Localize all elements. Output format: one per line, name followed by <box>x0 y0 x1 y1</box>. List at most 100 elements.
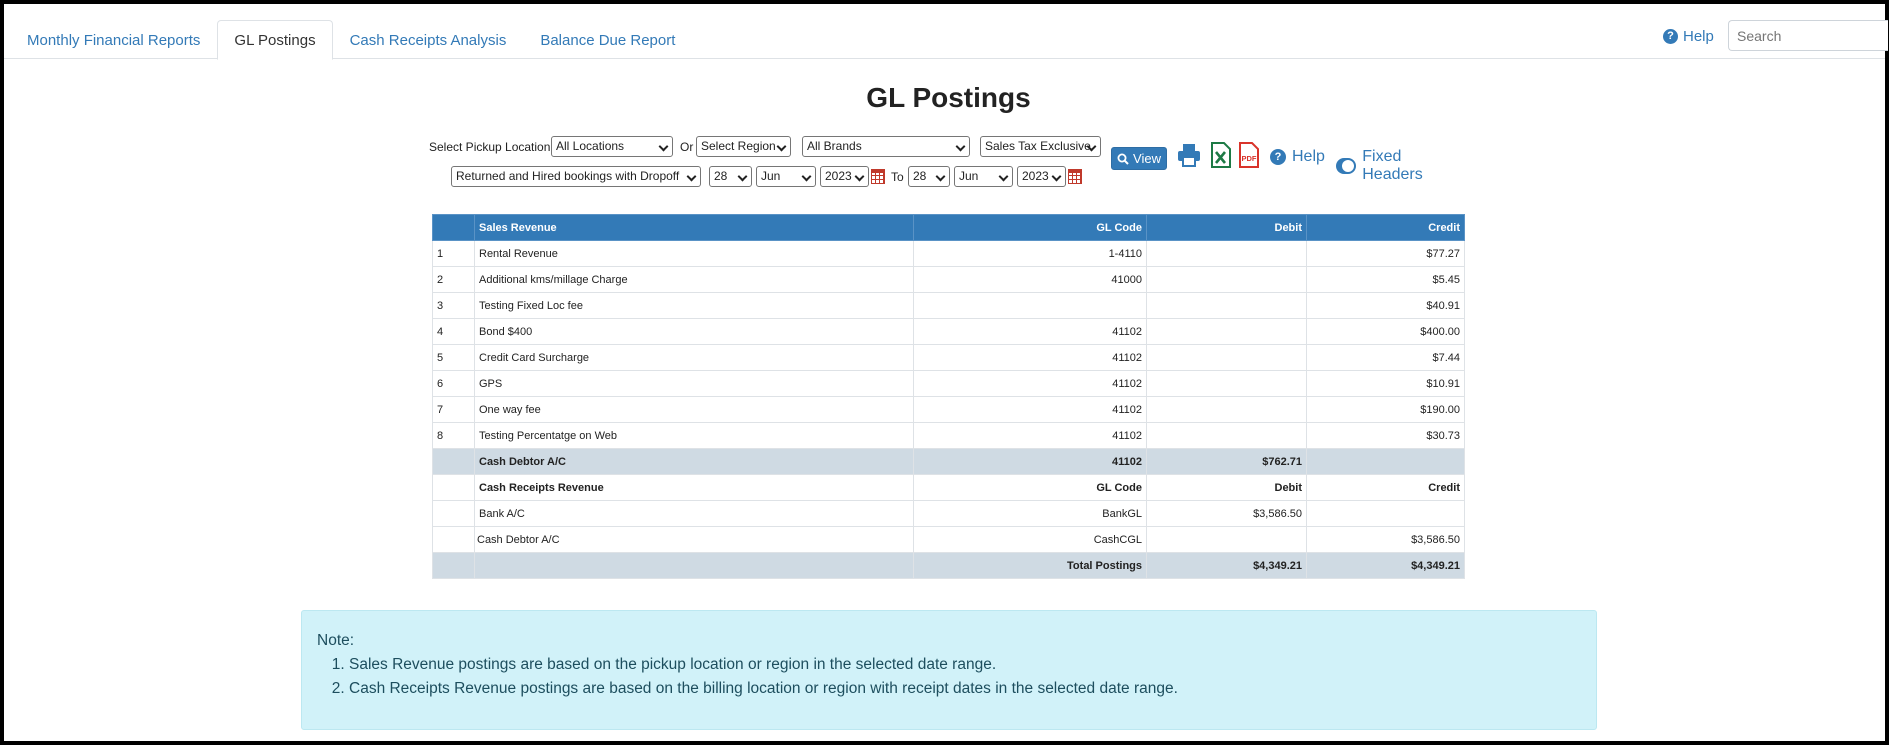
brand-select[interactable]: All Brands <box>802 136 970 157</box>
row-name: Cash Debtor A/C <box>474 526 914 553</box>
row-gl-code: CashCGL <box>913 526 1147 553</box>
fixed-headers-label: Fixed Headers <box>1362 148 1423 183</box>
row-gl-code: BankGL <box>913 500 1147 527</box>
toggle-switch-icon[interactable] <box>1336 158 1357 174</box>
location-select[interactable]: All Locations <box>551 136 673 157</box>
table-row: 6 GPS 41102 $10.91 <box>432 370 1465 397</box>
row-num: 3 <box>432 292 475 319</box>
note-list: Sales Revenue postings are based on the … <box>317 653 1581 701</box>
from-calendar-icon[interactable] <box>871 169 885 184</box>
table-row: Cash Debtor A/C CashCGL $3,586.50 <box>432 526 1465 553</box>
tab-monthly-financial-reports[interactable]: Monthly Financial Reports <box>10 20 217 60</box>
row-gl-code: 41102 <box>913 448 1147 475</box>
row-debit <box>1146 526 1307 553</box>
row-debit <box>1146 240 1307 267</box>
to-month-select[interactable]: Jun <box>954 166 1013 187</box>
search-input[interactable] <box>1728 20 1888 51</box>
row-debit <box>1146 422 1307 449</box>
row-debit <box>1146 344 1307 371</box>
total-debit: $4,349.21 <box>1146 552 1307 579</box>
header-sales-revenue: Sales Revenue <box>474 214 914 241</box>
table-header-row: Sales Revenue GL Code Debit Credit <box>432 214 1465 241</box>
region-select[interactable]: Select Region <box>696 136 791 157</box>
filter-help-link[interactable]: ? Help <box>1270 148 1325 166</box>
table-row: 3 Testing Fixed Loc fee $40.91 <box>432 292 1465 319</box>
to-day-select[interactable]: 28 <box>908 166 950 187</box>
row-credit: $40.91 <box>1306 292 1465 319</box>
row-debit <box>1146 370 1307 397</box>
row-name: Testing Percentatge on Web <box>474 422 914 449</box>
page-title: GL Postings <box>866 82 1031 113</box>
row-debit <box>1146 318 1307 345</box>
table-row: 1 Rental Revenue 1-4110 $77.27 <box>432 240 1465 267</box>
table-row: 8 Testing Percentatge on Web 41102 $30.7… <box>432 422 1465 449</box>
row-num: 8 <box>432 422 475 449</box>
header-debit: Debit <box>1146 214 1307 241</box>
row-num: 2 <box>432 266 475 293</box>
row-name: Bond $400 <box>474 318 914 345</box>
header-num <box>432 214 475 241</box>
row-name: One way fee <box>474 396 914 423</box>
totals-row: Total Postings $4,349.21 $4,349.21 <box>432 552 1465 579</box>
row-gl-code: 41102 <box>913 318 1147 345</box>
to-calendar-icon[interactable] <box>1068 169 1082 184</box>
tab-bar: Monthly Financial Reports GL Postings Ca… <box>4 4 1888 60</box>
header-gl-code: GL Code <box>913 214 1147 241</box>
row-gl-code: 41000 <box>913 266 1147 293</box>
booking-type-select[interactable]: Returned and Hired bookings with Dropoff <box>451 166 701 187</box>
row-name: Rental Revenue <box>474 240 914 267</box>
from-month-select[interactable]: Jun <box>756 166 816 187</box>
excel-icon[interactable] <box>1210 142 1232 168</box>
note-box: Note: Sales Revenue postings are based o… <box>301 610 1597 730</box>
cash-receipts-header-row: Cash Receipts Revenue GL Code Debit Cred… <box>432 474 1465 501</box>
row-num: 7 <box>432 396 475 423</box>
header-help-link[interactable]: ? Help <box>1663 28 1714 45</box>
table-row: 2 Additional kms/millage Charge 41000 $5… <box>432 266 1465 293</box>
view-button[interactable]: View <box>1111 147 1167 170</box>
tab-balance-due-report[interactable]: Balance Due Report <box>523 20 692 60</box>
filter-help-label: Help <box>1292 148 1325 165</box>
to-year-select[interactable]: 2023 <box>1017 166 1066 187</box>
row-name: Cash Debtor A/C <box>474 448 914 475</box>
row-num: 4 <box>432 318 475 345</box>
print-icon[interactable] <box>1176 142 1202 168</box>
from-year-select[interactable]: 2023 <box>820 166 869 187</box>
row-credit: $77.27 <box>1306 240 1465 267</box>
help-icon: ? <box>1663 29 1678 44</box>
row-gl-code: 41102 <box>913 344 1147 371</box>
table-row: 5 Credit Card Surcharge 41102 $7.44 <box>432 344 1465 371</box>
note-title: Note: <box>317 632 355 649</box>
table-row: 7 One way fee 41102 $190.00 <box>432 396 1465 423</box>
gl-postings-table: Sales Revenue GL Code Debit Credit 1 Ren… <box>432 214 1465 579</box>
row-name: Testing Fixed Loc fee <box>474 292 914 319</box>
row-name: Additional kms/millage Charge <box>474 266 914 293</box>
row-num: 5 <box>432 344 475 371</box>
tab-gl-postings[interactable]: GL Postings <box>217 20 333 60</box>
tab-cash-receipts-analysis[interactable]: Cash Receipts Analysis <box>333 20 524 60</box>
or-label: Or <box>680 140 694 154</box>
tax-select[interactable]: Sales Tax Exclusive <box>980 136 1101 157</box>
row-gl-code: 41102 <box>913 396 1147 423</box>
row-credit: $190.00 <box>1306 396 1465 423</box>
row-credit: $10.91 <box>1306 370 1465 397</box>
row-debit <box>1146 266 1307 293</box>
header-help-label: Help <box>1683 28 1714 45</box>
total-postings-label: Total Postings <box>913 552 1147 579</box>
row-debit: $762.71 <box>1146 448 1307 475</box>
table-row: Bank A/C BankGL $3,586.50 <box>432 500 1465 527</box>
row-credit: $7.44 <box>1306 344 1465 371</box>
fixed-headers-toggle[interactable]: Fixed Headers <box>1336 148 1432 184</box>
pdf-icon[interactable]: PDF <box>1238 142 1260 168</box>
table-row: 4 Bond $400 41102 $400.00 <box>432 318 1465 345</box>
from-day-select[interactable]: 28 <box>709 166 752 187</box>
note-item: Sales Revenue postings are based on the … <box>349 653 1581 677</box>
note-item: Cash Receipts Revenue postings are based… <box>349 677 1581 701</box>
header-cash-receipts-revenue: Cash Receipts Revenue <box>474 474 914 501</box>
row-credit: $3,586.50 <box>1306 526 1465 553</box>
row-name: Bank A/C <box>474 500 914 527</box>
header-credit: Credit <box>1306 474 1465 501</box>
header-credit: Credit <box>1306 214 1465 241</box>
row-gl-code: 41102 <box>913 422 1147 449</box>
svg-text:PDF: PDF <box>1242 154 1257 163</box>
total-credit: $4,349.21 <box>1306 552 1465 579</box>
